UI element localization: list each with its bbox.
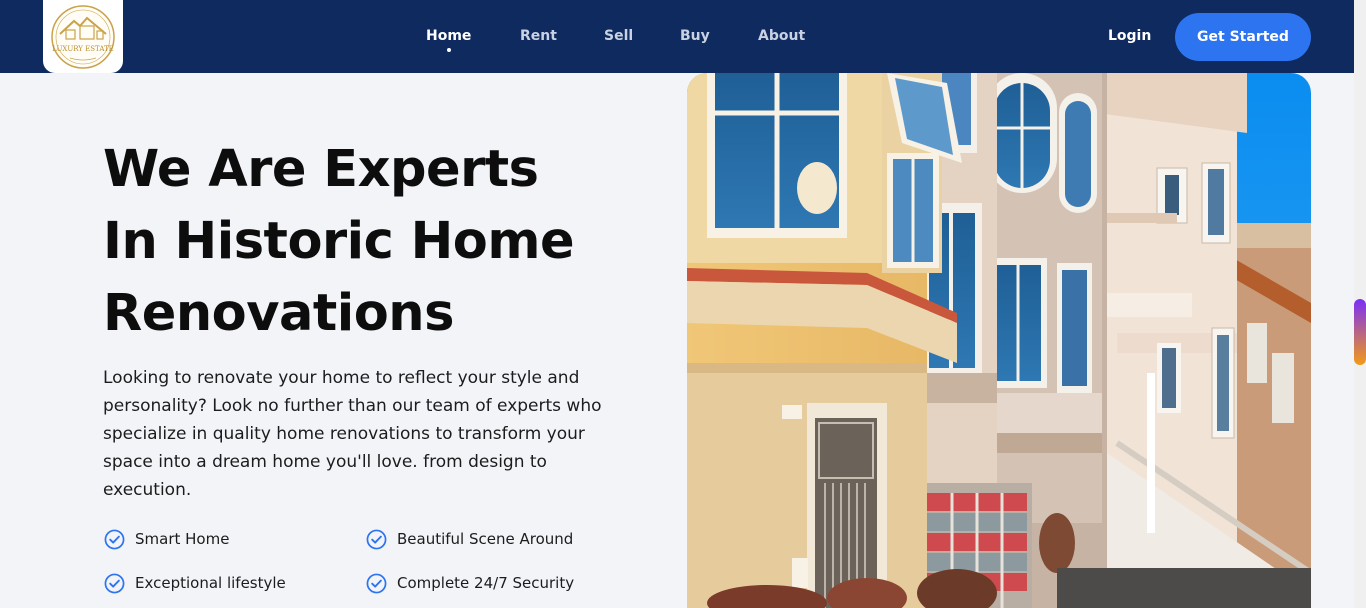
feature-label: Exceptional lifestyle xyxy=(135,574,286,592)
login-link[interactable]: Login xyxy=(1108,28,1151,44)
nav-sell[interactable]: Sell xyxy=(604,28,633,44)
nav-about[interactable]: About xyxy=(758,28,805,44)
nav-rent[interactable]: Rent xyxy=(520,28,557,44)
scrollbar-thumb[interactable] xyxy=(1354,299,1366,365)
hero-title-line: In Historic Home xyxy=(103,212,575,271)
feature-label: Complete 24/7 Security xyxy=(397,574,575,592)
victorian-houses-image xyxy=(687,73,1311,608)
hero-title-line: We Are Experts xyxy=(103,140,539,199)
svg-text:LUXURY ESTATE: LUXURY ESTATE xyxy=(52,45,114,53)
nav-home[interactable]: Home xyxy=(426,28,471,52)
hero-title: We Are Experts In Historic Home Renovati… xyxy=(103,134,663,350)
check-circle-icon xyxy=(366,529,387,549)
hero-house-photo xyxy=(687,73,1311,608)
feature-item: Exceptional lifestyle xyxy=(104,571,286,595)
check-circle-icon xyxy=(366,573,387,593)
check-circle-icon xyxy=(104,573,125,593)
hero-title-line: Renovations xyxy=(103,284,454,343)
top-navigation-bar: LUXURY ESTATE Home Rent Sell Buy About L… xyxy=(0,0,1354,73)
get-started-button[interactable]: Get Started xyxy=(1175,13,1311,61)
feature-item: Complete 24/7 Security xyxy=(366,571,574,595)
feature-list: Smart Home Beautiful Scene Around Except… xyxy=(104,527,644,597)
feature-label: Smart Home xyxy=(135,530,230,548)
hero-description: Looking to renovate your home to reflect… xyxy=(103,368,602,500)
feature-item: Beautiful Scene Around xyxy=(366,527,573,551)
nav-buy[interactable]: Buy xyxy=(680,28,710,44)
house-logo-icon: LUXURY ESTATE xyxy=(51,4,115,69)
feature-item: Smart Home xyxy=(104,527,229,551)
check-circle-icon xyxy=(104,529,125,549)
feature-label: Beautiful Scene Around xyxy=(397,530,574,548)
brand-logo[interactable]: LUXURY ESTATE xyxy=(43,0,123,73)
